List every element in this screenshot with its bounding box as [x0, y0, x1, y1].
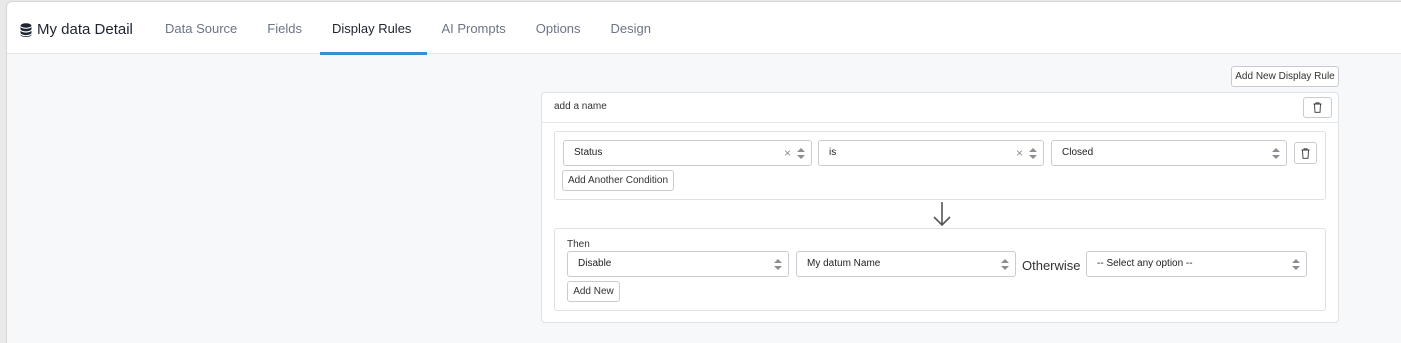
then-action-select[interactable]: Disable — [567, 251, 789, 277]
app-window: My data Detail Data Source Fields Displa… — [6, 1, 1401, 343]
select-arrows-icon — [1001, 259, 1009, 270]
then-label: Then — [567, 239, 590, 250]
app-title-text: My data Detail — [37, 21, 133, 38]
tab-ai-prompts[interactable]: AI Prompts — [441, 2, 521, 54]
condition-operator-select[interactable]: is × — [818, 140, 1044, 166]
otherwise-select[interactable]: -- Select any option -- — [1086, 251, 1307, 277]
select-arrows-icon — [774, 259, 782, 270]
then-box: Then Disable My datum Name Otherwise -- … — [554, 228, 1326, 311]
condition-value-value: Closed — [1062, 147, 1094, 158]
condition-value-select[interactable]: Closed — [1051, 140, 1287, 166]
delete-condition-button[interactable] — [1294, 142, 1317, 164]
rule-header: add a name — [542, 93, 1338, 123]
tab-options[interactable]: Options — [536, 2, 597, 54]
database-icon — [20, 22, 32, 37]
select-arrows-icon — [797, 148, 805, 159]
otherwise-value: -- Select any option -- — [1097, 258, 1193, 269]
select-arrows-icon — [1029, 148, 1037, 159]
then-action-value: Disable — [578, 258, 612, 269]
page-title: My data Detail — [20, 21, 133, 38]
rule-name[interactable]: add a name — [554, 101, 607, 112]
tab-fields[interactable]: Fields — [267, 2, 318, 54]
select-arrows-icon — [1292, 259, 1300, 270]
add-condition-button[interactable]: Add Another Condition — [562, 170, 674, 191]
condition-field-value: Status — [574, 147, 603, 158]
add-display-rule-button[interactable]: Add New Display Rule — [1231, 66, 1339, 87]
trash-icon — [1313, 102, 1322, 113]
add-new-button[interactable]: Add New — [567, 281, 620, 302]
tab-bar: Data Source Fields Display Rules AI Prom… — [165, 2, 667, 55]
arrow-down-icon — [933, 202, 951, 227]
tab-design[interactable]: Design — [611, 2, 667, 54]
condition-operator-value: is — [829, 147, 837, 158]
display-rule-card: add a name Status × is × Closed Add Anot… — [541, 92, 1339, 323]
condition-field-select[interactable]: Status × — [563, 140, 812, 166]
condition-box: Status × is × Closed Add Another Conditi… — [554, 131, 1326, 200]
page-header: My data Detail Data Source Fields Displa… — [7, 2, 1401, 55]
otherwise-label: Otherwise — [1022, 258, 1081, 273]
select-arrows-icon — [1272, 148, 1280, 159]
clear-icon[interactable]: × — [1016, 141, 1023, 165]
trash-icon — [1301, 147, 1310, 159]
then-target-value: My datum Name — [807, 258, 881, 269]
then-target-select[interactable]: My datum Name — [796, 251, 1016, 277]
tab-display-rules[interactable]: Display Rules — [319, 2, 428, 55]
clear-icon[interactable]: × — [784, 141, 791, 165]
tab-data-source[interactable]: Data Source — [165, 2, 253, 54]
delete-rule-button[interactable] — [1303, 97, 1332, 118]
